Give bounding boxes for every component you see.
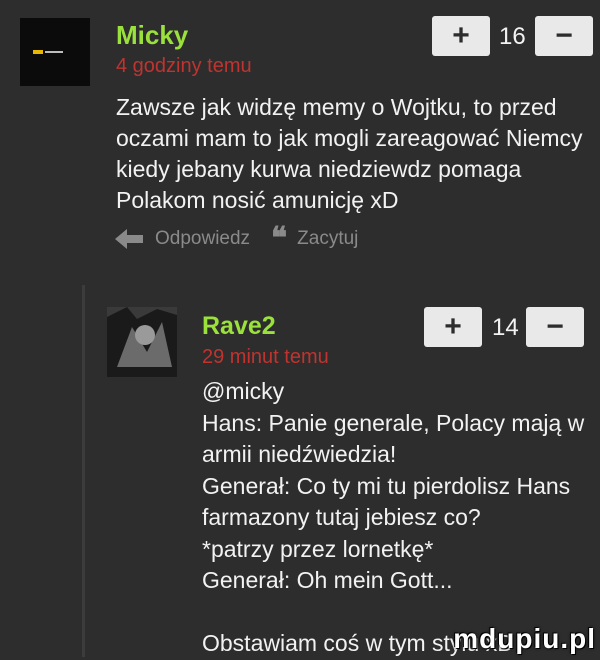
downvote-button[interactable]: −: [526, 307, 584, 347]
reply-arrow-icon: [115, 229, 143, 249]
site-watermark: mdupiu.pl: [453, 623, 596, 654]
quote-icon: ❝: [271, 222, 288, 255]
reply-label: Odpowiedz: [155, 228, 251, 249]
upvote-button[interactable]: +: [424, 307, 482, 347]
vote-score: 16: [499, 23, 526, 50]
vote-score: 14: [492, 314, 519, 341]
quote-button[interactable]: ❝ Zacytuj: [271, 222, 359, 255]
avatar-image-icon: [107, 307, 177, 377]
timestamp: 29 minut temu: [202, 346, 329, 368]
reply-button[interactable]: Odpowiedz: [115, 228, 250, 250]
downvote-button[interactable]: −: [535, 16, 593, 56]
username[interactable]: Micky: [116, 20, 188, 51]
timestamp: 4 godziny temu: [116, 55, 252, 77]
thread-line: [82, 285, 85, 657]
comment-text: @micky Hans: Panie generale, Polacy mają…: [202, 378, 585, 656]
quote-label: Zacytuj: [297, 228, 359, 249]
avatar[interactable]: [20, 18, 90, 86]
username[interactable]: Rave2: [202, 312, 276, 341]
avatar-image-icon: [20, 18, 90, 86]
upvote-button[interactable]: +: [432, 16, 490, 56]
avatar[interactable]: [107, 307, 177, 377]
comment-text: Zawsze jak widzę memy o Wojtku, to przed…: [116, 94, 583, 213]
